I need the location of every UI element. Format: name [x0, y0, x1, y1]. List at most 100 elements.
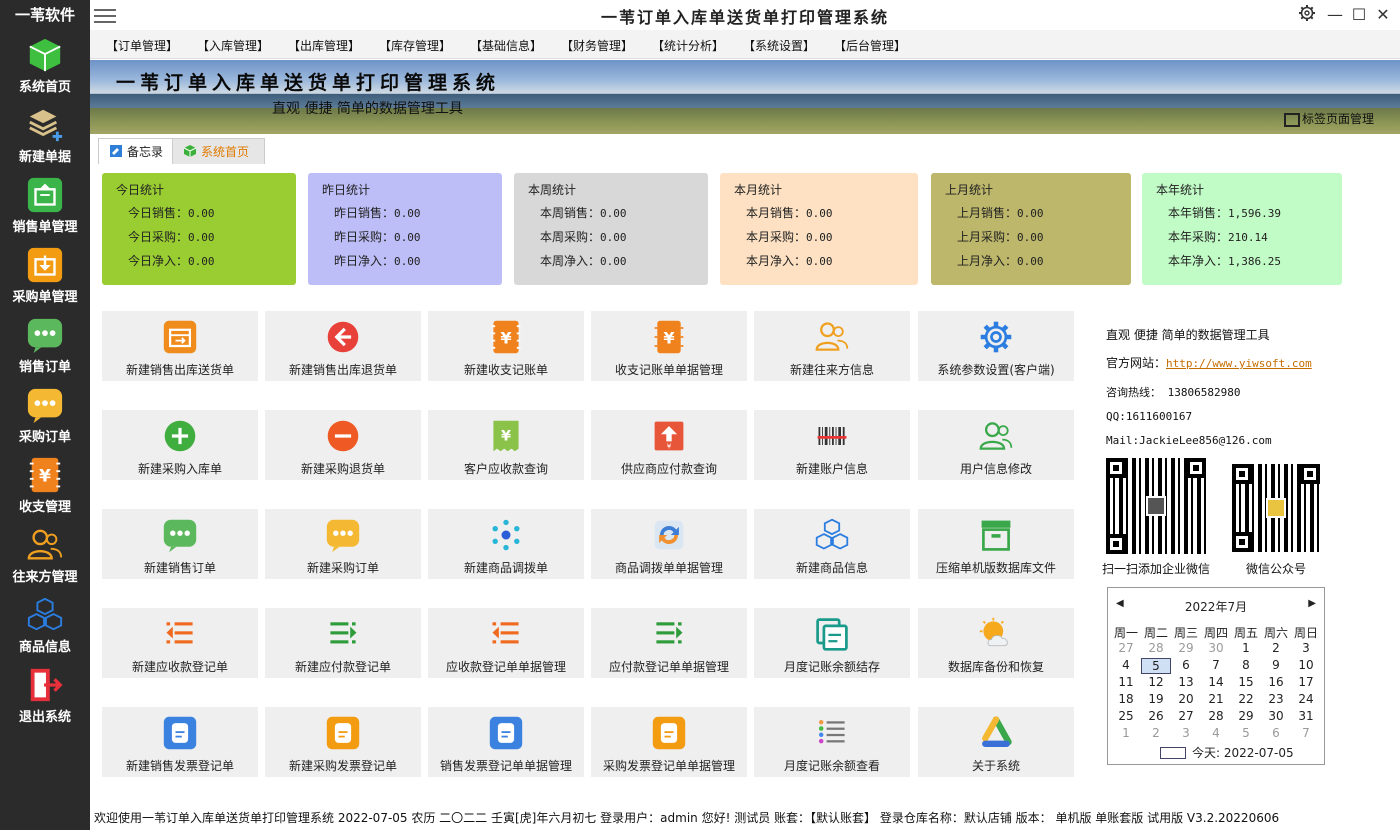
sidebar-item-7[interactable]: 往来方管理: [0, 522, 90, 592]
sidebar-item-4[interactable]: 销售订单: [0, 312, 90, 382]
calendar-day[interactable]: 17: [1291, 675, 1321, 689]
tab-manager-button[interactable]: 标签页面管理: [1283, 110, 1374, 127]
tile-button-2-2[interactable]: 新建商品调拨单: [428, 509, 584, 579]
tile-button-3-1[interactable]: 新建应付款登记单: [265, 608, 421, 678]
tile-button-3-5[interactable]: 数据库备份和恢复: [918, 608, 1074, 678]
tile-button-1-4[interactable]: 新建账户信息: [754, 410, 910, 480]
calendar-day[interactable]: 5: [1231, 726, 1261, 740]
tile-button-0-2[interactable]: ¥ 新建收支记账单: [428, 311, 584, 381]
tile-button-4-1[interactable]: 新建采购发票登记单: [265, 707, 421, 777]
website-link[interactable]: http://www.yiwsoft.com: [1166, 357, 1312, 370]
tile-button-1-2[interactable]: ¥ 客户应收款查询: [428, 410, 584, 480]
calendar-day[interactable]: 30: [1201, 641, 1231, 655]
calendar-day[interactable]: 30: [1261, 709, 1291, 723]
sidebar-item-6[interactable]: ¥ 收支管理: [0, 452, 90, 522]
calendar-day[interactable]: 15: [1231, 675, 1261, 689]
tile-button-4-4[interactable]: 月度记账余额查看: [754, 707, 910, 777]
calendar-day[interactable]: 3: [1291, 641, 1321, 655]
calendar-day[interactable]: 11: [1111, 675, 1141, 689]
calendar-day[interactable]: 1: [1111, 726, 1141, 740]
calendar-day[interactable]: 28: [1141, 641, 1171, 655]
calendar-day[interactable]: 10: [1291, 658, 1321, 672]
calendar-day[interactable]: 25: [1111, 709, 1141, 723]
tab-home[interactable]: 系统首页: [172, 138, 265, 164]
calendar-day[interactable]: 2: [1141, 726, 1171, 740]
calendar-day[interactable]: 1: [1231, 641, 1261, 655]
calendar-day[interactable]: 21: [1201, 692, 1231, 706]
calendar-day[interactable]: 28: [1201, 709, 1231, 723]
minimize-button[interactable]: —: [1324, 4, 1346, 26]
calendar-day[interactable]: 4: [1111, 658, 1141, 672]
tab-memo[interactable]: 备忘录: [98, 138, 175, 164]
tile-button-0-0[interactable]: 新建销售出库送货单: [102, 311, 258, 381]
menu-item-4[interactable]: 【基础信息】: [470, 37, 542, 54]
sidebar-item-5[interactable]: 采购订单: [0, 382, 90, 452]
calendar-day[interactable]: 27: [1171, 709, 1201, 723]
sidebar-item-2[interactable]: 销售单管理: [0, 172, 90, 242]
calendar-day[interactable]: 9: [1261, 658, 1291, 672]
menu-item-3[interactable]: 【库存管理】: [379, 37, 451, 54]
menu-item-8[interactable]: 【后台管理】: [834, 37, 906, 54]
tile-button-4-3[interactable]: 采购发票登记单单据管理: [591, 707, 747, 777]
tile-button-2-0[interactable]: 新建销售订单: [102, 509, 258, 579]
tile-button-1-5[interactable]: 用户信息修改: [918, 410, 1074, 480]
calendar-day[interactable]: 3: [1171, 726, 1201, 740]
calendar-day[interactable]: 18: [1111, 692, 1141, 706]
calendar-day[interactable]: 29: [1171, 641, 1201, 655]
calendar-day[interactable]: 7: [1291, 726, 1321, 740]
calendar-day[interactable]: 14: [1201, 675, 1231, 689]
calendar-day[interactable]: 20: [1171, 692, 1201, 706]
calendar-next-icon[interactable]: ▶: [1308, 598, 1316, 609]
calendar-day[interactable]: 5: [1141, 658, 1171, 674]
tile-button-2-5[interactable]: 压缩单机版数据库文件: [918, 509, 1074, 579]
calendar-day[interactable]: 12: [1141, 675, 1171, 689]
tile-button-4-2[interactable]: 销售发票登记单单据管理: [428, 707, 584, 777]
tile-button-1-1[interactable]: 新建采购退货单: [265, 410, 421, 480]
tile-button-2-4[interactable]: 新建商品信息: [754, 509, 910, 579]
calendar-day[interactable]: 16: [1261, 675, 1291, 689]
tile-button-0-3[interactable]: ¥ 收支记账单单据管理: [591, 311, 747, 381]
tile-button-4-0[interactable]: 新建销售发票登记单: [102, 707, 258, 777]
sidebar-item-8[interactable]: 商品信息: [0, 592, 90, 662]
tile-button-2-3[interactable]: 商品调拨单单据管理: [591, 509, 747, 579]
calendar-day[interactable]: 2: [1261, 641, 1291, 655]
calendar-day[interactable]: 19: [1141, 692, 1171, 706]
calendar-day[interactable]: 31: [1291, 709, 1321, 723]
tile-button-1-3[interactable]: ¥ 供应商应付款查询: [591, 410, 747, 480]
sidebar-item-1[interactable]: 新建单据: [0, 102, 90, 172]
tile-button-3-2[interactable]: 应收款登记单单据管理: [428, 608, 584, 678]
maximize-button[interactable]: ☐: [1348, 4, 1370, 26]
calendar-day[interactable]: 8: [1231, 658, 1261, 672]
tile-button-0-5[interactable]: 系统参数设置(客户端): [918, 311, 1074, 381]
tile-button-3-3[interactable]: 应付款登记单单据管理: [591, 608, 747, 678]
menu-item-5[interactable]: 【财务管理】: [561, 37, 633, 54]
gear-icon[interactable]: [1296, 4, 1318, 26]
tile-button-1-0[interactable]: 新建采购入库单: [102, 410, 258, 480]
calendar-day[interactable]: 22: [1231, 692, 1261, 706]
sidebar-item-3[interactable]: 采购单管理: [0, 242, 90, 312]
menu-item-1[interactable]: 【入库管理】: [197, 37, 269, 54]
tile-button-0-1[interactable]: 新建销售出库退货单: [265, 311, 421, 381]
close-button[interactable]: ✕: [1372, 4, 1394, 26]
calendar-day[interactable]: 4: [1201, 726, 1231, 740]
calendar-day[interactable]: 23: [1261, 692, 1291, 706]
tile-button-3-4[interactable]: 月度记账余额结存: [754, 608, 910, 678]
sidebar-item-0[interactable]: 系统首页: [0, 32, 90, 102]
calendar-day[interactable]: 13: [1171, 675, 1201, 689]
menu-item-7[interactable]: 【系统设置】: [743, 37, 815, 54]
calendar-day[interactable]: 6: [1171, 658, 1201, 672]
calendar-today-button[interactable]: 今天: 2022-07-05: [1160, 744, 1294, 761]
calendar-day[interactable]: 24: [1291, 692, 1321, 706]
menu-item-2[interactable]: 【出库管理】: [288, 37, 360, 54]
tile-button-0-4[interactable]: 新建往来方信息: [754, 311, 910, 381]
calendar-day[interactable]: 7: [1201, 658, 1231, 672]
tile-button-3-0[interactable]: 新建应收款登记单: [102, 608, 258, 678]
menu-item-0[interactable]: 【订单管理】: [106, 37, 178, 54]
menu-item-6[interactable]: 【统计分析】: [652, 37, 724, 54]
calendar-day[interactable]: 26: [1141, 709, 1171, 723]
calendar-day[interactable]: 27: [1111, 641, 1141, 655]
tile-button-2-1[interactable]: 新建采购订单: [265, 509, 421, 579]
calendar-day[interactable]: 29: [1231, 709, 1261, 723]
calendar-day[interactable]: 6: [1261, 726, 1291, 740]
tile-button-4-5[interactable]: 关于系统: [918, 707, 1074, 777]
